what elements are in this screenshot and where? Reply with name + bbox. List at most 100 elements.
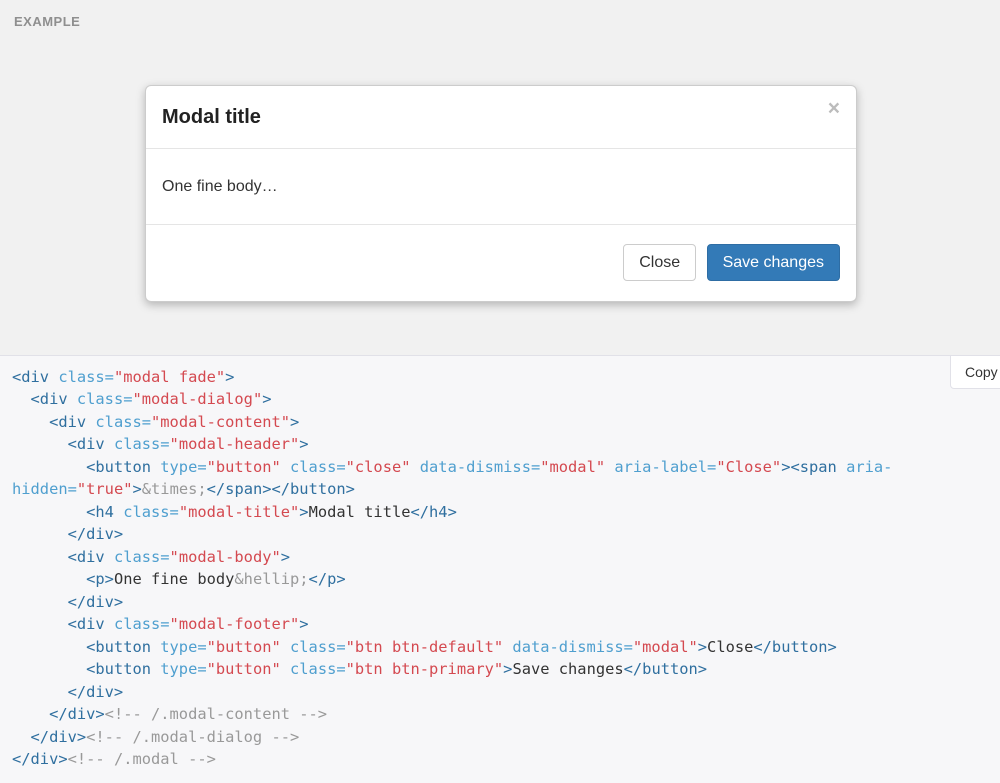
code-token: > bbox=[698, 638, 707, 656]
code-token: "modal" bbox=[633, 638, 698, 656]
code-token: Close bbox=[707, 638, 753, 656]
code-token: <!-- /.modal-dialog --> bbox=[86, 728, 299, 746]
code-token: class= bbox=[105, 615, 170, 633]
code-block: Copy <div class="modal fade"> <div class… bbox=[0, 355, 1000, 783]
code-token: type= bbox=[151, 458, 207, 476]
code-line: <div class="modal-content"> bbox=[12, 411, 1000, 433]
close-button[interactable]: Close bbox=[623, 244, 696, 281]
code-token: class= bbox=[281, 638, 346, 656]
code-token: data-dismiss= bbox=[503, 638, 633, 656]
code-line: </div><!-- /.modal --> bbox=[12, 748, 1000, 770]
code-token: > bbox=[290, 413, 299, 431]
code-token: data-dismiss= bbox=[411, 458, 541, 476]
code-token: class= bbox=[105, 548, 170, 566]
code-token: <div bbox=[12, 615, 105, 633]
code-token: </div> bbox=[12, 728, 86, 746]
code-token: <button bbox=[12, 638, 151, 656]
code-token: "close" bbox=[346, 458, 411, 476]
modal-footer: Close Save changes bbox=[146, 224, 856, 301]
code-line: <button type="button" class="close" data… bbox=[12, 456, 1000, 478]
code-token: "modal fade" bbox=[114, 368, 225, 386]
code-token: class= bbox=[68, 390, 133, 408]
code-token: "modal-dialog" bbox=[132, 390, 262, 408]
code-token: "true" bbox=[77, 480, 133, 498]
modal-header: Modal title × bbox=[146, 86, 856, 149]
code-token: </p> bbox=[309, 570, 346, 588]
code-token: > bbox=[132, 480, 141, 498]
code-token: "modal-content" bbox=[151, 413, 290, 431]
code-token: "btn btn-primary" bbox=[346, 660, 504, 678]
code-token: "button" bbox=[207, 660, 281, 678]
modal-body: One fine body… bbox=[146, 149, 856, 224]
code-token: </div> bbox=[12, 593, 123, 611]
code-token: </div> bbox=[12, 705, 105, 723]
code-token: ><span bbox=[781, 458, 837, 476]
code-token: <div bbox=[12, 435, 105, 453]
code-token: <div bbox=[12, 413, 86, 431]
code-line: <button type="button" class="btn btn-def… bbox=[12, 636, 1000, 658]
code-token: Modal title bbox=[309, 503, 411, 521]
code-line: </div><!-- /.modal-dialog --> bbox=[12, 726, 1000, 748]
code-token: type= bbox=[151, 660, 207, 678]
code-token: class= bbox=[105, 435, 170, 453]
code-token: &times; bbox=[142, 480, 207, 498]
code-token: class= bbox=[281, 660, 346, 678]
code-token: <div bbox=[12, 368, 49, 386]
modal-dialog: Modal title × One fine body… Close Save … bbox=[145, 85, 857, 302]
code-token: "button" bbox=[207, 638, 281, 656]
copy-button[interactable]: Copy bbox=[950, 355, 1000, 389]
code-token: > bbox=[299, 435, 308, 453]
code-token: type= bbox=[151, 638, 207, 656]
code-token: "modal" bbox=[540, 458, 605, 476]
code-token: > bbox=[299, 615, 308, 633]
code-token: "modal-header" bbox=[170, 435, 300, 453]
code-token: aria- bbox=[837, 458, 893, 476]
code-line: </div> bbox=[12, 523, 1000, 545]
code-token: <div bbox=[12, 548, 105, 566]
code-line: </div> bbox=[12, 681, 1000, 703]
code-token: <div bbox=[12, 390, 68, 408]
code-token: </div> bbox=[12, 683, 123, 701]
code-token: > bbox=[299, 503, 308, 521]
code-token: > bbox=[281, 548, 290, 566]
code-token: aria-label= bbox=[605, 458, 716, 476]
code-token: </div> bbox=[12, 750, 68, 768]
code-line: <div class="modal-header"> bbox=[12, 433, 1000, 455]
modal-body-text: One fine body… bbox=[162, 178, 278, 195]
code-token: <!-- /.modal --> bbox=[68, 750, 216, 768]
code-token: "button" bbox=[207, 458, 281, 476]
code-token: "Close" bbox=[716, 458, 781, 476]
docs-page: { "example_label": "EXAMPLE", "modal": {… bbox=[0, 0, 1000, 783]
save-changes-button[interactable]: Save changes bbox=[707, 244, 840, 281]
code-token: class= bbox=[114, 503, 179, 521]
code-token: </h4> bbox=[411, 503, 457, 521]
code-token: "modal-footer" bbox=[170, 615, 300, 633]
code-line: <h4 class="modal-title">Modal title</h4> bbox=[12, 501, 1000, 523]
example-section-label: EXAMPLE bbox=[14, 14, 80, 29]
code-line: </div> bbox=[12, 591, 1000, 613]
code-token: <p> bbox=[12, 570, 114, 588]
code-token: hidden= bbox=[12, 480, 77, 498]
code-token: </button> bbox=[753, 638, 836, 656]
code-line: <div class="modal-footer"> bbox=[12, 613, 1000, 635]
code-token: &hellip; bbox=[234, 570, 308, 588]
code-line: <div class="modal-dialog"> bbox=[12, 388, 1000, 410]
code-token: <button bbox=[12, 458, 151, 476]
code-token: "modal-title" bbox=[179, 503, 299, 521]
modal-title: Modal title bbox=[162, 106, 261, 128]
code-line: hidden="true">&times;</span></button> bbox=[12, 478, 1000, 500]
code-line: </div><!-- /.modal-content --> bbox=[12, 703, 1000, 725]
code-token: <!-- /.modal-content --> bbox=[105, 705, 327, 723]
code-token: > bbox=[225, 368, 234, 386]
close-icon[interactable]: × bbox=[828, 98, 840, 119]
code-token: </button> bbox=[624, 660, 707, 678]
code-line: <div class="modal fade"> bbox=[12, 366, 1000, 388]
code-token: class= bbox=[49, 368, 114, 386]
code-token: class= bbox=[86, 413, 151, 431]
code-token: "modal-body" bbox=[170, 548, 281, 566]
code-token: > bbox=[262, 390, 271, 408]
code-token: Save changes bbox=[512, 660, 623, 678]
code-token: </div> bbox=[12, 525, 123, 543]
code-token: One fine body bbox=[114, 570, 234, 588]
code-token: class= bbox=[281, 458, 346, 476]
